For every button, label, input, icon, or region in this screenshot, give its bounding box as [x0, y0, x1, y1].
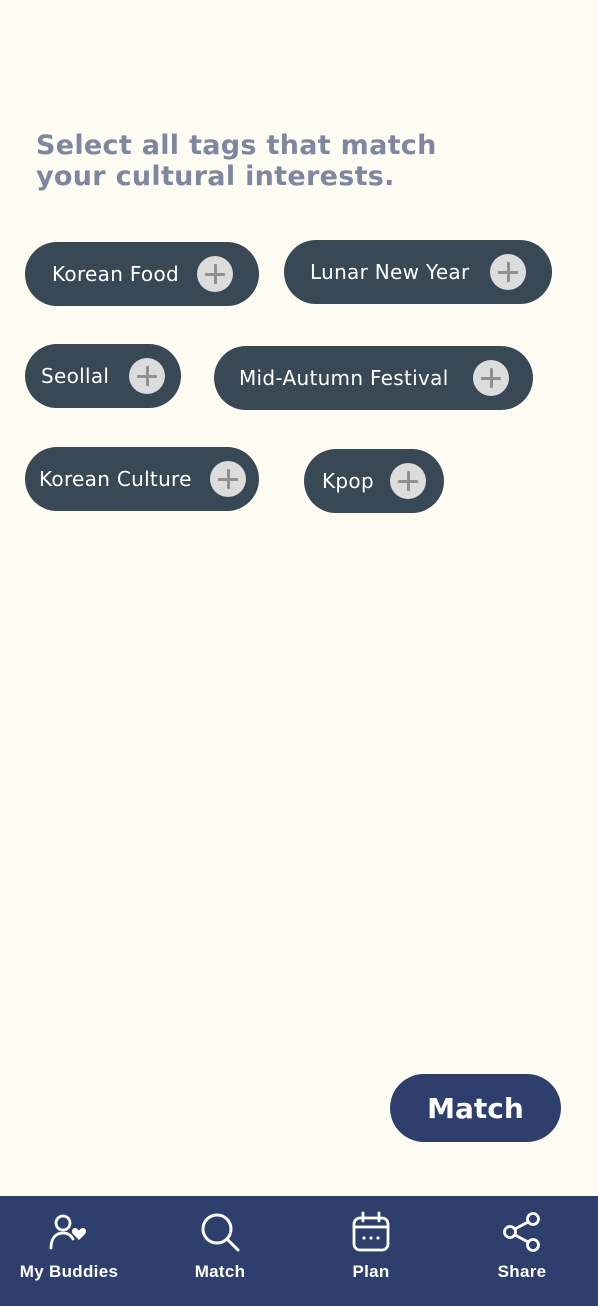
tag-korean-food[interactable]: Korean Food	[25, 242, 259, 306]
tag-label: Seollal	[41, 364, 110, 388]
nav-item-match[interactable]: Match	[145, 1196, 295, 1306]
plus-icon[interactable]	[490, 254, 526, 290]
plus-icon[interactable]	[210, 461, 246, 497]
nav-item-plan[interactable]: Plan	[296, 1196, 446, 1306]
plus-icon[interactable]	[197, 256, 233, 292]
tag-label: Kpop	[322, 469, 374, 493]
share-icon	[500, 1210, 544, 1254]
prompt-line-1: Select all tags that match	[36, 130, 437, 161]
plus-icon[interactable]	[129, 358, 165, 394]
prompt-line-2: your cultural interests.	[36, 161, 395, 192]
page-title: Select all tags that match your cultural…	[36, 130, 496, 192]
tag-label: Lunar New Year	[310, 260, 470, 284]
nav-label: Plan	[352, 1262, 390, 1281]
tag-korean-culture[interactable]: Korean Culture	[25, 447, 259, 511]
nav-label: My Buddies	[19, 1262, 119, 1281]
tag-lunar-new-year[interactable]: Lunar New Year	[284, 240, 552, 304]
nav-label: Match	[194, 1262, 246, 1281]
tag-label: Mid-Autumn Festival	[239, 366, 449, 390]
tag-label: Korean Food	[52, 262, 179, 286]
nav-item-share[interactable]: Share	[447, 1196, 597, 1306]
plus-icon[interactable]	[473, 360, 509, 396]
match-button[interactable]: Match	[390, 1074, 561, 1142]
nav-label: Share	[497, 1262, 547, 1281]
tag-mid-autumn-festival[interactable]: Mid-Autumn Festival	[214, 346, 533, 410]
tag-kpop[interactable]: Kpop	[304, 449, 444, 513]
plus-icon[interactable]	[390, 463, 426, 499]
calendar-icon	[349, 1210, 393, 1254]
search-icon	[198, 1210, 242, 1254]
person-heart-icon	[47, 1210, 91, 1254]
bottom-nav: My Buddies Match Plan Share	[0, 1196, 598, 1306]
tag-label: Korean Culture	[39, 467, 192, 491]
tag-seollal[interactable]: Seollal	[25, 344, 181, 408]
nav-item-my-buddies[interactable]: My Buddies	[0, 1196, 144, 1306]
